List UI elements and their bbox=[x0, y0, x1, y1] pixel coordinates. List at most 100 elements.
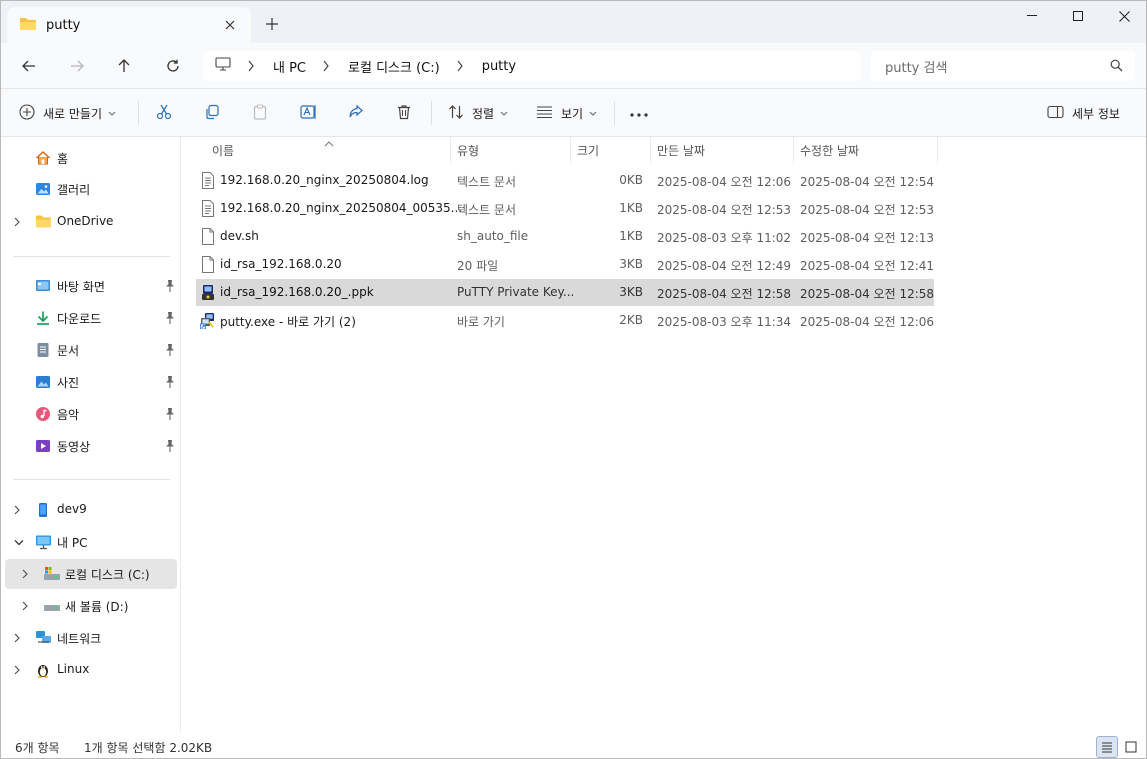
view-button[interactable]: 보기 bbox=[536, 99, 597, 127]
column-header-modified[interactable]: 수정한 날짜 bbox=[800, 137, 859, 163]
breadcrumb-my-pc[interactable]: 내 PC bbox=[273, 57, 306, 76]
breadcrumb-local-disk[interactable]: 로컬 디스크 (C:) bbox=[348, 57, 440, 76]
pc-icon bbox=[35, 534, 51, 550]
status-bar: 6개 항목 1개 항목 선택함 2.02KB bbox=[1, 733, 1146, 758]
video-icon bbox=[35, 438, 51, 454]
putty-key-icon bbox=[200, 284, 216, 301]
chevron-right-icon[interactable] bbox=[13, 664, 25, 676]
column-divider[interactable] bbox=[450, 137, 451, 163]
table-row[interactable]: 192.168.0.20_nginx_20250804_00535... 텍스트… bbox=[196, 195, 934, 222]
large-icons-view-icon[interactable] bbox=[1120, 736, 1142, 758]
cut-button[interactable] bbox=[156, 99, 172, 127]
close-window-icon[interactable] bbox=[1101, 1, 1146, 31]
command-bar: 새로 만들기 정렬 보기 세부 정보 bbox=[1, 89, 1146, 137]
sidebar-item-music[interactable]: 음악 bbox=[1, 399, 179, 429]
sidebar-item-pictures[interactable]: 사진 bbox=[1, 367, 179, 397]
pin-icon[interactable] bbox=[164, 439, 176, 453]
phone-icon bbox=[35, 502, 51, 518]
tab-putty[interactable]: putty bbox=[7, 7, 251, 43]
chevron-right-icon[interactable] bbox=[13, 504, 25, 516]
search-icon[interactable] bbox=[1110, 59, 1123, 76]
up-icon[interactable] bbox=[109, 51, 139, 81]
file-created: 2025-08-04 오전 12:58 bbox=[657, 287, 792, 301]
chevron-right-icon bbox=[322, 60, 332, 72]
sidebar-label: 동영상 bbox=[57, 440, 91, 454]
forward-icon[interactable] bbox=[62, 51, 92, 81]
pin-icon[interactable] bbox=[164, 343, 176, 357]
pin-icon[interactable] bbox=[164, 311, 176, 325]
picture-icon bbox=[35, 374, 51, 390]
column-divider[interactable] bbox=[570, 137, 571, 163]
gallery-icon bbox=[35, 181, 51, 197]
table-row-selected[interactable]: id_rsa_192.168.0.20_.ppk PuTTY Private K… bbox=[196, 279, 934, 306]
pin-icon[interactable] bbox=[164, 375, 176, 389]
file-modified: 2025-08-04 오전 12:53 bbox=[800, 203, 935, 217]
maximize-icon[interactable] bbox=[1055, 1, 1101, 31]
sidebar-item-home[interactable]: 홈 bbox=[1, 143, 179, 173]
file-size: 1KB bbox=[619, 201, 643, 215]
sidebar-item-new-volume[interactable]: 새 볼륨 (D:) bbox=[1, 591, 179, 621]
share-button[interactable] bbox=[348, 99, 364, 127]
table-row[interactable]: dev.sh sh_auto_file 1KB 2025-08-03 오후 11… bbox=[196, 223, 934, 250]
column-header-size[interactable]: 크기 bbox=[577, 137, 599, 163]
refresh-icon[interactable] bbox=[158, 51, 188, 81]
back-icon[interactable] bbox=[14, 51, 44, 81]
selection-info: 1개 항목 선택함 2.02KB bbox=[84, 741, 213, 755]
folder-icon bbox=[19, 16, 37, 35]
list-view-icon bbox=[536, 105, 553, 122]
details-pane-button[interactable]: 세부 정보 bbox=[1047, 99, 1120, 127]
column-divider[interactable] bbox=[937, 137, 938, 163]
chevron-right-icon[interactable] bbox=[21, 568, 33, 580]
table-row[interactable]: 192.168.0.20_nginx_20250804.log 텍스트 문서 0… bbox=[196, 167, 934, 194]
file-name: dev.sh bbox=[220, 229, 259, 243]
chevron-right-icon[interactable] bbox=[21, 600, 33, 612]
pin-icon[interactable] bbox=[164, 279, 176, 293]
sidebar-item-dev9[interactable]: dev9 bbox=[1, 495, 179, 525]
delete-button[interactable] bbox=[396, 99, 412, 127]
new-button[interactable]: 새로 만들기 bbox=[19, 99, 116, 127]
copy-button[interactable] bbox=[204, 99, 220, 127]
chevron-right-icon bbox=[247, 60, 257, 72]
sidebar-item-videos[interactable]: 동영상 bbox=[1, 431, 179, 461]
sidebar-label: Linux bbox=[57, 662, 90, 676]
sort-button[interactable]: 정렬 bbox=[448, 99, 508, 127]
sidebar-item-linux[interactable]: Linux bbox=[1, 655, 179, 685]
details-view-icon[interactable] bbox=[1096, 736, 1118, 758]
sidebar-item-downloads[interactable]: 다운로드 bbox=[1, 303, 179, 333]
minimize-icon[interactable] bbox=[1009, 1, 1055, 31]
pin-icon[interactable] bbox=[164, 407, 176, 421]
column-header-created[interactable]: 만든 날짜 bbox=[657, 137, 705, 163]
toolbar-divider bbox=[431, 101, 432, 125]
table-row[interactable]: id_rsa_192.168.0.20 20 파일 3KB 2025-08-04… bbox=[196, 251, 934, 278]
breadcrumb-putty[interactable]: putty bbox=[482, 59, 516, 74]
chevron-down-icon[interactable] bbox=[13, 536, 25, 548]
chevron-right-icon[interactable] bbox=[13, 216, 25, 228]
table-row[interactable]: putty.exe - 바로 가기 (2) 바로 가기 2KB 2025-08-… bbox=[196, 307, 934, 334]
sidebar-item-my-pc[interactable]: 내 PC bbox=[1, 527, 179, 557]
column-divider[interactable] bbox=[793, 137, 794, 163]
item-count: 6개 항목 bbox=[15, 741, 60, 755]
paste-button[interactable] bbox=[252, 99, 268, 127]
more-options-button[interactable] bbox=[630, 99, 648, 127]
file-modified: 2025-08-04 오전 12:54 bbox=[800, 175, 935, 189]
sidebar-item-desktop[interactable]: 바탕 화면 bbox=[1, 271, 179, 301]
new-tab-icon[interactable] bbox=[261, 13, 283, 35]
sidebar-item-onedrive[interactable]: OneDrive bbox=[1, 207, 179, 237]
sidebar-item-gallery[interactable]: 갤러리 bbox=[1, 174, 179, 204]
tab-title: putty bbox=[46, 17, 81, 33]
file-type: PuTTY Private Key... bbox=[457, 285, 575, 299]
chevron-down-icon bbox=[589, 106, 597, 120]
column-header-name[interactable]: 이름 bbox=[212, 137, 234, 163]
column-divider[interactable] bbox=[650, 137, 651, 163]
pc-icon bbox=[215, 57, 231, 75]
search-input[interactable]: putty 검색 bbox=[871, 51, 1135, 81]
chevron-right-icon[interactable] bbox=[13, 632, 25, 644]
sidebar-label: 음악 bbox=[57, 408, 80, 422]
rename-button[interactable] bbox=[300, 99, 318, 127]
column-header-type[interactable]: 유형 bbox=[457, 137, 479, 163]
sidebar-item-documents[interactable]: 문서 bbox=[1, 335, 179, 365]
sidebar-item-local-disk[interactable]: 로컬 디스크 (C:) bbox=[5, 559, 177, 589]
sidebar-item-network[interactable]: 네트워크 bbox=[1, 623, 179, 653]
address-bar[interactable]: 내 PC 로컬 디스크 (C:) putty bbox=[203, 51, 861, 81]
close-tab-icon[interactable] bbox=[221, 16, 239, 34]
